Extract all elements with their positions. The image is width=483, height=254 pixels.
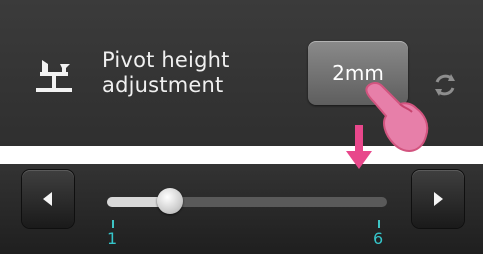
tick-max — [378, 220, 380, 228]
tick-min — [112, 220, 114, 228]
tick-label-max: 6 — [373, 229, 384, 248]
page-title: Pivot height adjustment — [102, 48, 230, 98]
tick-label-min: 1 — [107, 229, 118, 248]
title-line-2: adjustment — [102, 73, 224, 97]
arrow-right-icon — [434, 192, 443, 206]
refresh-icon[interactable] — [430, 70, 460, 100]
arrow-left-icon — [43, 192, 52, 206]
decrease-button[interactable] — [22, 170, 74, 228]
pointing-hand-icon — [365, 82, 429, 152]
pivot-height-screen: Pivot height adjustment 2mm 1 6 — [0, 0, 483, 254]
slider-thumb[interactable] — [157, 188, 184, 214]
title-line-1: Pivot height — [102, 48, 230, 72]
pivot-height-icon — [36, 60, 72, 92]
increase-button[interactable] — [412, 170, 464, 228]
